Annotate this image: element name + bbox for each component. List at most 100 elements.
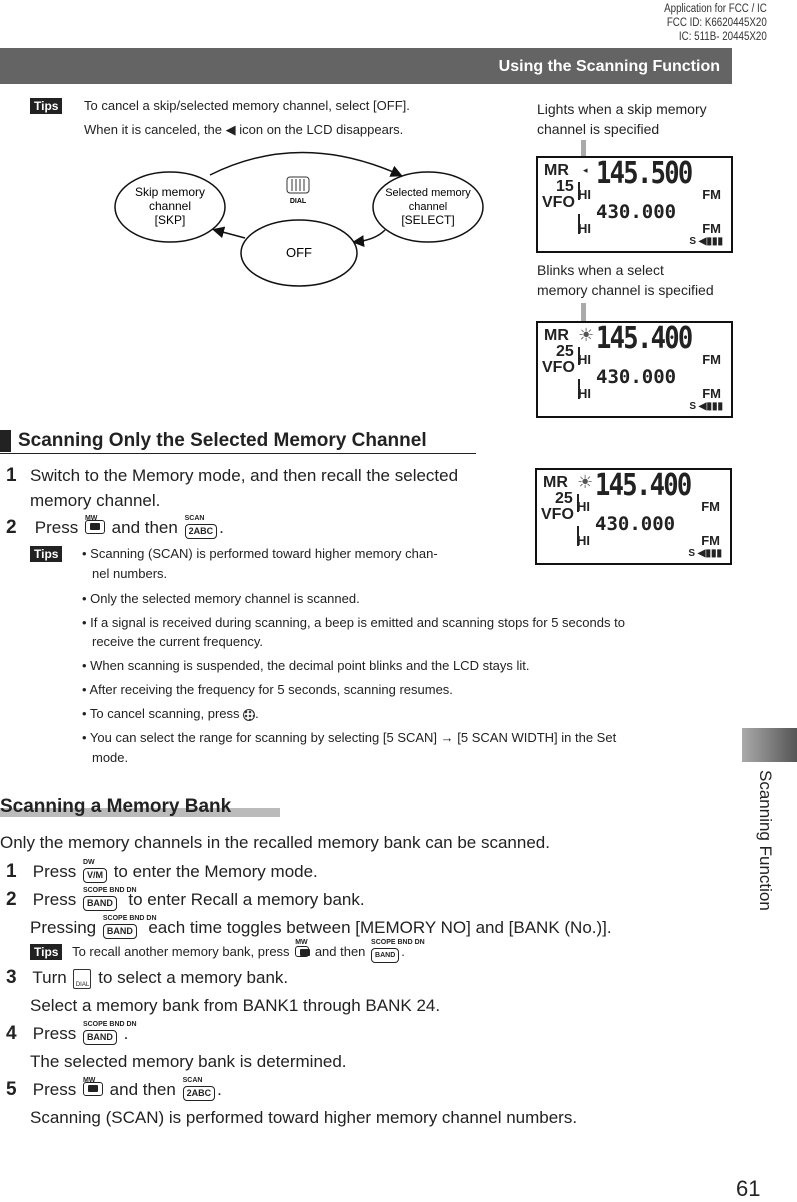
page-number: 61 <box>736 1176 761 1201</box>
fcc-line: IC: 511B- 20445X20 <box>679 31 767 43</box>
lcd-mod: FM <box>701 499 720 514</box>
intro-tips-line: When it is canceled, the ◀ icon on the L… <box>84 122 404 137</box>
lcd-freq-sub: 430.000 <box>596 201 677 223</box>
section1-title: Scanning Only the Selected Memory Channe… <box>18 430 427 451</box>
tip-text: and then <box>314 944 366 959</box>
section2-step5: 5 Press MW and then SCAN 2ABC. <box>6 1076 222 1104</box>
band-key-icon: SCOPE BND DN BAND <box>371 939 425 963</box>
key-top-label: SCAN <box>184 515 205 523</box>
fcc-line: Application for FCC / IC <box>664 3 767 15</box>
lcd-power: HI <box>578 187 591 202</box>
tip-line: • Only the selected memory channel is sc… <box>82 591 360 606</box>
step-number: 5 <box>6 1079 17 1100</box>
battery-icon: S ◀▮▮▮ <box>689 236 723 247</box>
step-text: Switch to the Memory mode, and then reca… <box>30 466 459 485</box>
step-number: 2 <box>6 517 17 538</box>
step-text: and then <box>109 1080 176 1099</box>
lcd-display-select: MR ☀ 25 VFO 145.400 HI FM 430.000 HI FM … <box>536 321 733 418</box>
lcd-freq-main: 145.500 <box>596 156 693 191</box>
lcd-vfo: VFO <box>542 194 575 211</box>
caption-line: memory channel is specified <box>537 282 714 298</box>
tip-line: receive the current frequency. <box>92 634 264 649</box>
intro-tips: Tips <box>30 96 63 116</box>
tip-line: nel numbers. <box>92 566 168 581</box>
lcd-power: HI <box>578 352 591 367</box>
node-skip-label: Skip memory <box>135 185 205 199</box>
lcd-freq-main: 145.400 <box>596 321 693 356</box>
battery-icon: S ◀▮▮▮ <box>688 548 722 559</box>
section2-step4: 4 Press SCOPE BND DN BAND . <box>6 1020 137 1048</box>
dial-label: DIAL <box>290 198 307 205</box>
section2-step2-line2: Pressing SCOPE BND DN BAND each time togg… <box>30 914 612 942</box>
section1-tips: Tips <box>30 544 63 564</box>
f-key-icon: MW <box>295 939 311 963</box>
tips-badge: Tips <box>30 944 63 960</box>
chapter-side-tab <box>742 728 797 762</box>
step-text: Scanning (SCAN) is performed toward high… <box>30 1108 578 1127</box>
node-off-label: OFF <box>286 245 312 260</box>
lcd-caption-skip: Lights when a skip memory channel is spe… <box>537 99 707 139</box>
step-text: to select a memory bank. <box>98 968 289 987</box>
caption-line: Blinks when a select <box>537 262 664 278</box>
ptt-key-icon <box>243 708 256 721</box>
step-text: Press <box>32 1080 77 1099</box>
step-number: 1 <box>6 861 17 882</box>
arrow-off-to-skip <box>212 226 246 239</box>
node-skip-label: channel <box>149 199 191 213</box>
intro-tips-line: To cancel a skip/selected memory channel… <box>84 98 410 113</box>
scan-key-icon: SCAN 2ABC <box>182 1077 216 1104</box>
lcd-mod: FM <box>702 221 721 236</box>
arrow-skip-to-select <box>209 151 403 177</box>
caption-line: Lights when a skip memory <box>537 101 707 117</box>
section1-step1: 1 <box>6 462 28 489</box>
lcd-power: HI <box>578 221 591 236</box>
step-number: 1 <box>6 465 17 486</box>
section2-title: Scanning a Memory Bank <box>0 796 232 817</box>
band-key-icon: SCOPE BND DN BAND <box>82 1021 137 1048</box>
lcd-mod: FM <box>702 187 721 202</box>
lcd-freq-main: 145.400 <box>595 468 692 503</box>
tip-line: • Scanning (SCAN) is performed toward hi… <box>82 546 438 561</box>
dial-icon <box>286 176 310 194</box>
lcd-power: HI <box>577 533 590 548</box>
fcc-header: Application for FCC / IC FCC ID: K662044… <box>664 2 767 44</box>
step-text: Press <box>32 1024 77 1043</box>
tip-line: • To cancel scanning, press . <box>82 706 259 721</box>
band-key-icon: SCOPE BND DN BAND <box>102 915 157 942</box>
fcc-line: FCC ID: K6620445X20 <box>667 17 767 29</box>
tip-text: • To cancel scanning, press <box>82 706 240 721</box>
step-number: 2 <box>6 889 17 910</box>
f-key-icon: MW <box>82 1077 103 1104</box>
node-select-label: channel <box>409 201 448 213</box>
tip-line: • You can select the range for scanning … <box>82 730 617 745</box>
step-text: to enter Recall a memory bank. <box>128 890 365 909</box>
section2-step2: 2 Press SCOPE BND DN BAND to enter Recall… <box>6 886 365 914</box>
step-text: and then <box>111 518 178 537</box>
arrow-select-to-off <box>352 229 386 248</box>
tip-text: To recall another memory bank, press <box>72 944 290 959</box>
tips-badge: Tips <box>30 546 63 562</box>
section1-step2: 2 Press MW and then SCAN 2ABC. <box>6 514 224 542</box>
lcd-freq-sub: 430.000 <box>595 513 676 535</box>
tip-line: • After receiving the frequency for 5 se… <box>82 682 453 697</box>
section1-heading: Scanning Only the Selected Memory Channe… <box>0 430 476 454</box>
battery-icon: S ◀▮▮▮ <box>689 401 723 412</box>
cycle-diagram: Skip memory channel [SKP] Selected memor… <box>114 151 484 287</box>
step-number: 3 <box>6 967 17 988</box>
section2-step1: 1 Press DW V/M to enter the Memory mode. <box>6 858 318 886</box>
key-top-label: SCOPE BND DN <box>102 915 157 923</box>
lcd-power: HI <box>578 386 591 401</box>
step-number: 4 <box>6 1023 17 1044</box>
lcd-display-scan: MR ☀ 25 VFO 145.400 HI FM 430.000 HI FM … <box>535 468 732 565</box>
step-text: Press <box>32 890 77 909</box>
lcd-caption-select: Blinks when a select memory channel is s… <box>537 260 714 300</box>
key-top-label: SCOPE BND DN <box>82 887 137 895</box>
step-text: Turn <box>32 968 67 987</box>
blink-indicator-icon: ☀ <box>577 472 594 492</box>
node-skip-label: [SKP] <box>155 213 186 227</box>
side-tab-label: Scanning Function <box>756 770 775 911</box>
scan-key-icon: SCAN 2ABC <box>184 515 218 542</box>
callout-pin <box>581 303 586 321</box>
dial-icon: DIAL <box>73 968 92 989</box>
tips-badge: Tips <box>30 98 63 114</box>
